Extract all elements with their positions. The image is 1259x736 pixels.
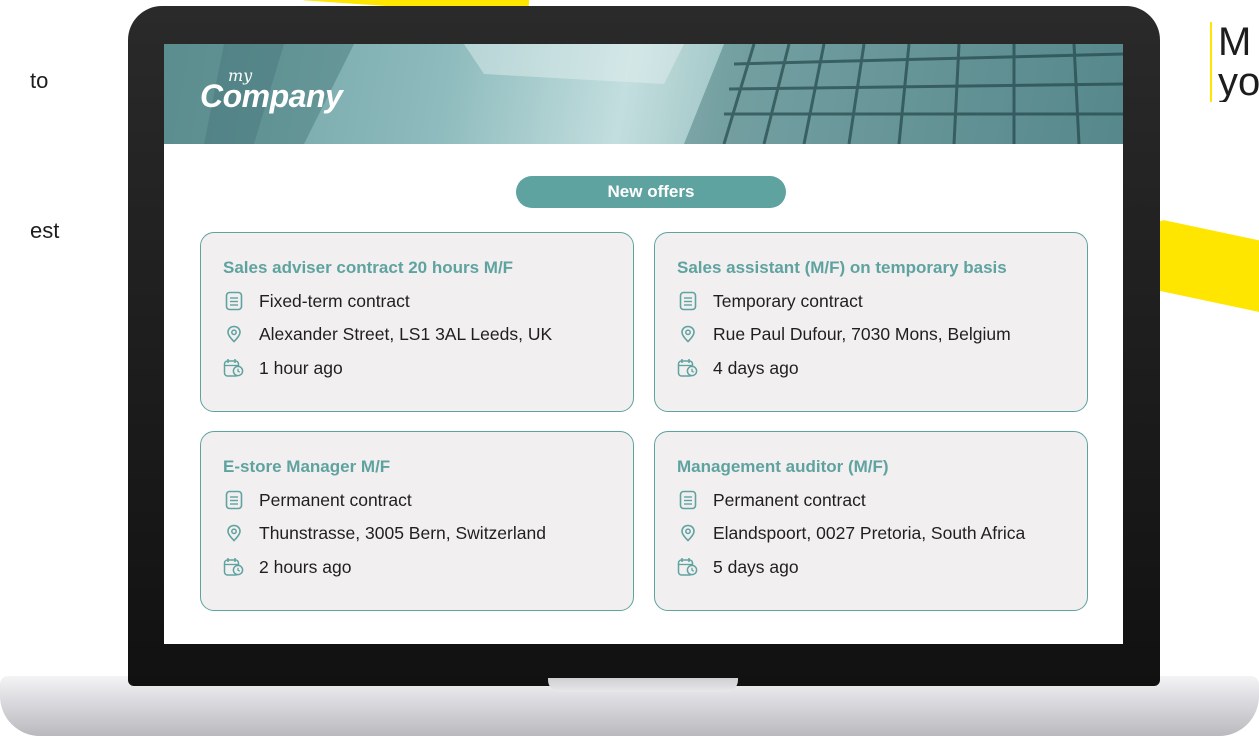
- offer-location-text: Thunstrasse, 3005 Bern, Switzerland: [259, 522, 546, 543]
- offer-contract-text: Permanent contract: [259, 489, 412, 510]
- offer-posted: 2 hours ago: [223, 555, 351, 579]
- contract-list-icon: [223, 290, 245, 312]
- background-text-left-1: to: [30, 68, 49, 93]
- background-title-line-2: yo: [1218, 60, 1259, 102]
- offer-title[interactable]: Sales assistant (M/F) on temporary basis: [677, 258, 1007, 278]
- contract-list-icon: [677, 489, 699, 511]
- calendar-clock-icon: [223, 556, 245, 578]
- location-pin-icon: [677, 522, 699, 544]
- yellow-decoration-right: [1144, 219, 1259, 321]
- laptop-screen: my Company New offers Sales adviser cont…: [164, 44, 1123, 644]
- offer-posted-text: 2 hours ago: [259, 556, 352, 577]
- laptop-notch: [548, 678, 738, 692]
- offer-posted: 4 days ago: [677, 356, 799, 380]
- offer-location: Elandspoort, 0027 Pretoria, South Africa: [677, 521, 1025, 545]
- location-pin-icon: [223, 522, 245, 544]
- offer-card[interactable]: Sales adviser contract 20 hours M/F Fixe…: [200, 232, 634, 412]
- location-pin-icon: [223, 323, 245, 345]
- offer-location-text: Rue Paul Dufour, 7030 Mons, Belgium: [713, 323, 1011, 344]
- calendar-clock-icon: [677, 357, 699, 379]
- background-title-right: M yo: [1210, 22, 1259, 102]
- offer-posted-text: 4 days ago: [713, 357, 799, 378]
- offer-card[interactable]: Sales assistant (M/F) on temporary basis…: [654, 232, 1088, 412]
- offer-posted-text: 5 days ago: [713, 556, 799, 577]
- contract-list-icon: [223, 489, 245, 511]
- background-text-left-2: est: [30, 218, 60, 243]
- background-title-line-1: M: [1218, 22, 1252, 64]
- offer-contract: Fixed-term contract: [223, 289, 410, 313]
- offer-posted: 1 hour ago: [223, 356, 343, 380]
- offer-contract-text: Fixed-term contract: [259, 290, 410, 311]
- offer-location: Thunstrasse, 3005 Bern, Switzerland: [223, 521, 546, 545]
- header-banner: my Company: [164, 44, 1123, 144]
- offer-posted-text: 1 hour ago: [259, 357, 343, 378]
- location-pin-icon: [677, 323, 699, 345]
- offer-title[interactable]: E-store Manager M/F: [223, 457, 390, 477]
- offer-contract-text: Permanent contract: [713, 489, 866, 510]
- offer-location: Rue Paul Dufour, 7030 Mons, Belgium: [677, 322, 1011, 346]
- logo-company-text: Company: [200, 78, 343, 114]
- offer-title[interactable]: Management auditor (M/F): [677, 457, 889, 477]
- offer-title[interactable]: Sales adviser contract 20 hours M/F: [223, 258, 513, 278]
- offer-contract: Permanent contract: [677, 488, 866, 512]
- offer-card[interactable]: E-store Manager M/F Permanent contract T…: [200, 431, 634, 611]
- offer-location: Alexander Street, LS1 3AL Leeds, UK: [223, 322, 552, 346]
- offer-location-text: Elandspoort, 0027 Pretoria, South Africa: [713, 522, 1026, 543]
- new-offers-heading: New offers: [516, 176, 786, 208]
- offer-contract: Permanent contract: [223, 488, 412, 512]
- calendar-clock-icon: [677, 556, 699, 578]
- calendar-clock-icon: [223, 357, 245, 379]
- offer-location-text: Alexander Street, LS1 3AL Leeds, UK: [259, 323, 553, 344]
- offer-posted: 5 days ago: [677, 555, 799, 579]
- offer-contract-text: Temporary contract: [713, 290, 863, 311]
- contract-list-icon: [677, 290, 699, 312]
- offer-contract: Temporary contract: [677, 289, 863, 313]
- offer-card[interactable]: Management auditor (M/F) Permanent contr…: [654, 431, 1088, 611]
